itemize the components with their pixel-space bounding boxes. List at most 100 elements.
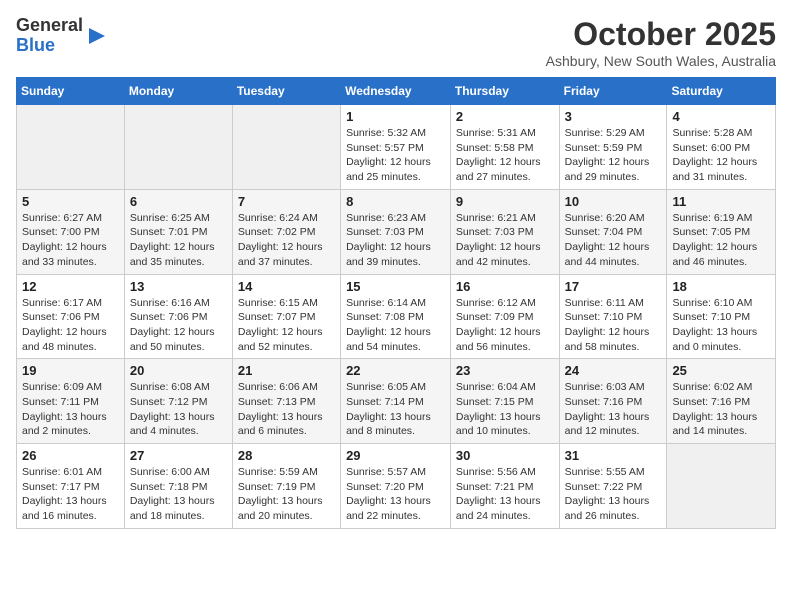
- header-monday: Monday: [124, 78, 232, 105]
- day-info: Sunrise: 5:28 AMSunset: 6:00 PMDaylight:…: [672, 126, 770, 185]
- day-number: 13: [130, 279, 227, 294]
- day-info: Sunrise: 6:04 AMSunset: 7:15 PMDaylight:…: [456, 380, 554, 439]
- day-info: Sunrise: 5:56 AMSunset: 7:21 PMDaylight:…: [456, 465, 554, 524]
- location-title: Ashbury, New South Wales, Australia: [546, 53, 776, 69]
- calendar-cell: 5Sunrise: 6:27 AMSunset: 7:00 PMDaylight…: [17, 189, 125, 274]
- day-number: 30: [456, 448, 554, 463]
- day-number: 25: [672, 363, 770, 378]
- day-number: 26: [22, 448, 119, 463]
- calendar-cell: 6Sunrise: 6:25 AMSunset: 7:01 PMDaylight…: [124, 189, 232, 274]
- day-info: Sunrise: 6:01 AMSunset: 7:17 PMDaylight:…: [22, 465, 119, 524]
- day-number: 1: [346, 109, 445, 124]
- day-info: Sunrise: 6:12 AMSunset: 7:09 PMDaylight:…: [456, 296, 554, 355]
- day-info: Sunrise: 6:14 AMSunset: 7:08 PMDaylight:…: [346, 296, 445, 355]
- calendar-cell: 26 Sunrise: 6:01 AMSunset: 7:17 PMDayligh…: [17, 444, 125, 529]
- day-number: 8: [346, 194, 445, 209]
- calendar-week-row: 19Sunrise: 6:09 AMSunset: 7:11 PMDayligh…: [17, 359, 776, 444]
- header-saturday: Saturday: [667, 78, 776, 105]
- day-info: Sunrise: 5:59 AMSunset: 7:19 PMDaylight:…: [238, 465, 335, 524]
- calendar-cell: 13 Sunrise: 6:16 AMSunset: 7:06 PMDayligh…: [124, 274, 232, 359]
- day-info: Sunrise: 6:08 AMSunset: 7:12 PMDaylight:…: [130, 380, 227, 439]
- calendar-week-row: 1 Sunrise: 5:32 AMSunset: 5:57 PMDaylight…: [17, 105, 776, 190]
- calendar-cell: 11 Sunrise: 6:19 AMSunset: 7:05 PMDayligh…: [667, 189, 776, 274]
- day-number: 11: [672, 194, 770, 209]
- logo-icon: [87, 26, 107, 46]
- day-info: Sunrise: 5:29 AMSunset: 5:59 PMDaylight:…: [565, 126, 662, 185]
- calendar-cell: 2 Sunrise: 5:31 AMSunset: 5:58 PMDaylight…: [450, 105, 559, 190]
- calendar-week-row: 12Sunrise: 6:17 AMSunset: 7:06 PMDayligh…: [17, 274, 776, 359]
- day-number: 20: [130, 363, 227, 378]
- day-number: 7: [238, 194, 335, 209]
- day-number: 15: [346, 279, 445, 294]
- calendar-table: SundayMondayTuesdayWednesdayThursdayFrid…: [16, 77, 776, 529]
- day-info: Sunrise: 6:06 AMSunset: 7:13 PMDaylight:…: [238, 380, 335, 439]
- calendar-cell: 20 Sunrise: 6:08 AMSunset: 7:12 PMDayligh…: [124, 359, 232, 444]
- day-info: Sunrise: 5:55 AMSunset: 7:22 PMDaylight:…: [565, 465, 662, 524]
- day-number: 9: [456, 194, 554, 209]
- day-number: 14: [238, 279, 335, 294]
- day-info: Sunrise: 5:32 AMSunset: 5:57 PMDaylight:…: [346, 126, 445, 185]
- header-sunday: Sunday: [17, 78, 125, 105]
- day-number: 5: [22, 194, 119, 209]
- day-info: Sunrise: 6:03 AMSunset: 7:16 PMDaylight:…: [565, 380, 662, 439]
- day-number: 3: [565, 109, 662, 124]
- title-block: October 2025 Ashbury, New South Wales, A…: [546, 16, 776, 69]
- day-info: Sunrise: 6:17 AMSunset: 7:06 PMDaylight:…: [22, 296, 119, 355]
- day-info: Sunrise: 6:21 AMSunset: 7:03 PMDaylight:…: [456, 211, 554, 270]
- calendar-week-row: 26 Sunrise: 6:01 AMSunset: 7:17 PMDayligh…: [17, 444, 776, 529]
- calendar-cell: 31 Sunrise: 5:55 AMSunset: 7:22 PMDayligh…: [559, 444, 667, 529]
- day-number: 17: [565, 279, 662, 294]
- day-number: 18: [672, 279, 770, 294]
- calendar-cell: 7Sunrise: 6:24 AMSunset: 7:02 PMDaylight…: [232, 189, 340, 274]
- calendar-cell: 10Sunrise: 6:20 AMSunset: 7:04 PMDayligh…: [559, 189, 667, 274]
- day-info: Sunrise: 6:19 AMSunset: 7:05 PMDaylight:…: [672, 211, 770, 270]
- day-number: 2: [456, 109, 554, 124]
- calendar-cell: 3 Sunrise: 5:29 AMSunset: 5:59 PMDaylight…: [559, 105, 667, 190]
- day-number: 28: [238, 448, 335, 463]
- calendar-cell: 17 Sunrise: 6:11 AMSunset: 7:10 PMDayligh…: [559, 274, 667, 359]
- day-info: Sunrise: 5:31 AMSunset: 5:58 PMDaylight:…: [456, 126, 554, 185]
- calendar-cell: 8 Sunrise: 6:23 AMSunset: 7:03 PMDaylight…: [341, 189, 451, 274]
- calendar-cell: [667, 444, 776, 529]
- day-info: Sunrise: 6:23 AMSunset: 7:03 PMDaylight:…: [346, 211, 445, 270]
- month-title: October 2025: [546, 16, 776, 53]
- header-thursday: Thursday: [450, 78, 559, 105]
- day-number: 24: [565, 363, 662, 378]
- header-wednesday: Wednesday: [341, 78, 451, 105]
- day-info: Sunrise: 6:05 AMSunset: 7:14 PMDaylight:…: [346, 380, 445, 439]
- calendar-cell: 16 Sunrise: 6:12 AMSunset: 7:09 PMDayligh…: [450, 274, 559, 359]
- calendar-cell: 30 Sunrise: 5:56 AMSunset: 7:21 PMDayligh…: [450, 444, 559, 529]
- day-info: Sunrise: 5:57 AMSunset: 7:20 PMDaylight:…: [346, 465, 445, 524]
- calendar-cell: 12Sunrise: 6:17 AMSunset: 7:06 PMDayligh…: [17, 274, 125, 359]
- day-info: Sunrise: 6:10 AMSunset: 7:10 PMDaylight:…: [672, 296, 770, 355]
- day-number: 29: [346, 448, 445, 463]
- calendar-cell: 9 Sunrise: 6:21 AMSunset: 7:03 PMDaylight…: [450, 189, 559, 274]
- calendar-cell: 4Sunrise: 5:28 AMSunset: 6:00 PMDaylight…: [667, 105, 776, 190]
- calendar-cell: 24 Sunrise: 6:03 AMSunset: 7:16 PMDayligh…: [559, 359, 667, 444]
- day-info: Sunrise: 6:00 AMSunset: 7:18 PMDaylight:…: [130, 465, 227, 524]
- calendar-week-row: 5Sunrise: 6:27 AMSunset: 7:00 PMDaylight…: [17, 189, 776, 274]
- day-info: Sunrise: 6:16 AMSunset: 7:06 PMDaylight:…: [130, 296, 227, 355]
- header-friday: Friday: [559, 78, 667, 105]
- calendar-cell: [232, 105, 340, 190]
- day-number: 31: [565, 448, 662, 463]
- day-number: 6: [130, 194, 227, 209]
- day-number: 23: [456, 363, 554, 378]
- calendar-cell: 18 Sunrise: 6:10 AMSunset: 7:10 PMDayligh…: [667, 274, 776, 359]
- calendar-cell: 25 Sunrise: 6:02 AMSunset: 7:16 PMDayligh…: [667, 359, 776, 444]
- logo-general: General: [16, 15, 83, 35]
- calendar-cell: 22 Sunrise: 6:05 AMSunset: 7:14 PMDayligh…: [341, 359, 451, 444]
- day-info: Sunrise: 6:11 AMSunset: 7:10 PMDaylight:…: [565, 296, 662, 355]
- calendar-cell: 27 Sunrise: 6:00 AMSunset: 7:18 PMDayligh…: [124, 444, 232, 529]
- calendar-cell: 14 Sunrise: 6:15 AMSunset: 7:07 PMDayligh…: [232, 274, 340, 359]
- day-number: 19: [22, 363, 119, 378]
- day-number: 16: [456, 279, 554, 294]
- day-number: 22: [346, 363, 445, 378]
- calendar-cell: [17, 105, 125, 190]
- day-info: Sunrise: 6:02 AMSunset: 7:16 PMDaylight:…: [672, 380, 770, 439]
- day-info: Sunrise: 6:15 AMSunset: 7:07 PMDaylight:…: [238, 296, 335, 355]
- day-number: 27: [130, 448, 227, 463]
- logo-blue: Blue: [16, 35, 55, 55]
- calendar-cell: 21Sunrise: 6:06 AMSunset: 7:13 PMDayligh…: [232, 359, 340, 444]
- page-header: General Blue October 2025 Ashbury, New S…: [16, 16, 776, 69]
